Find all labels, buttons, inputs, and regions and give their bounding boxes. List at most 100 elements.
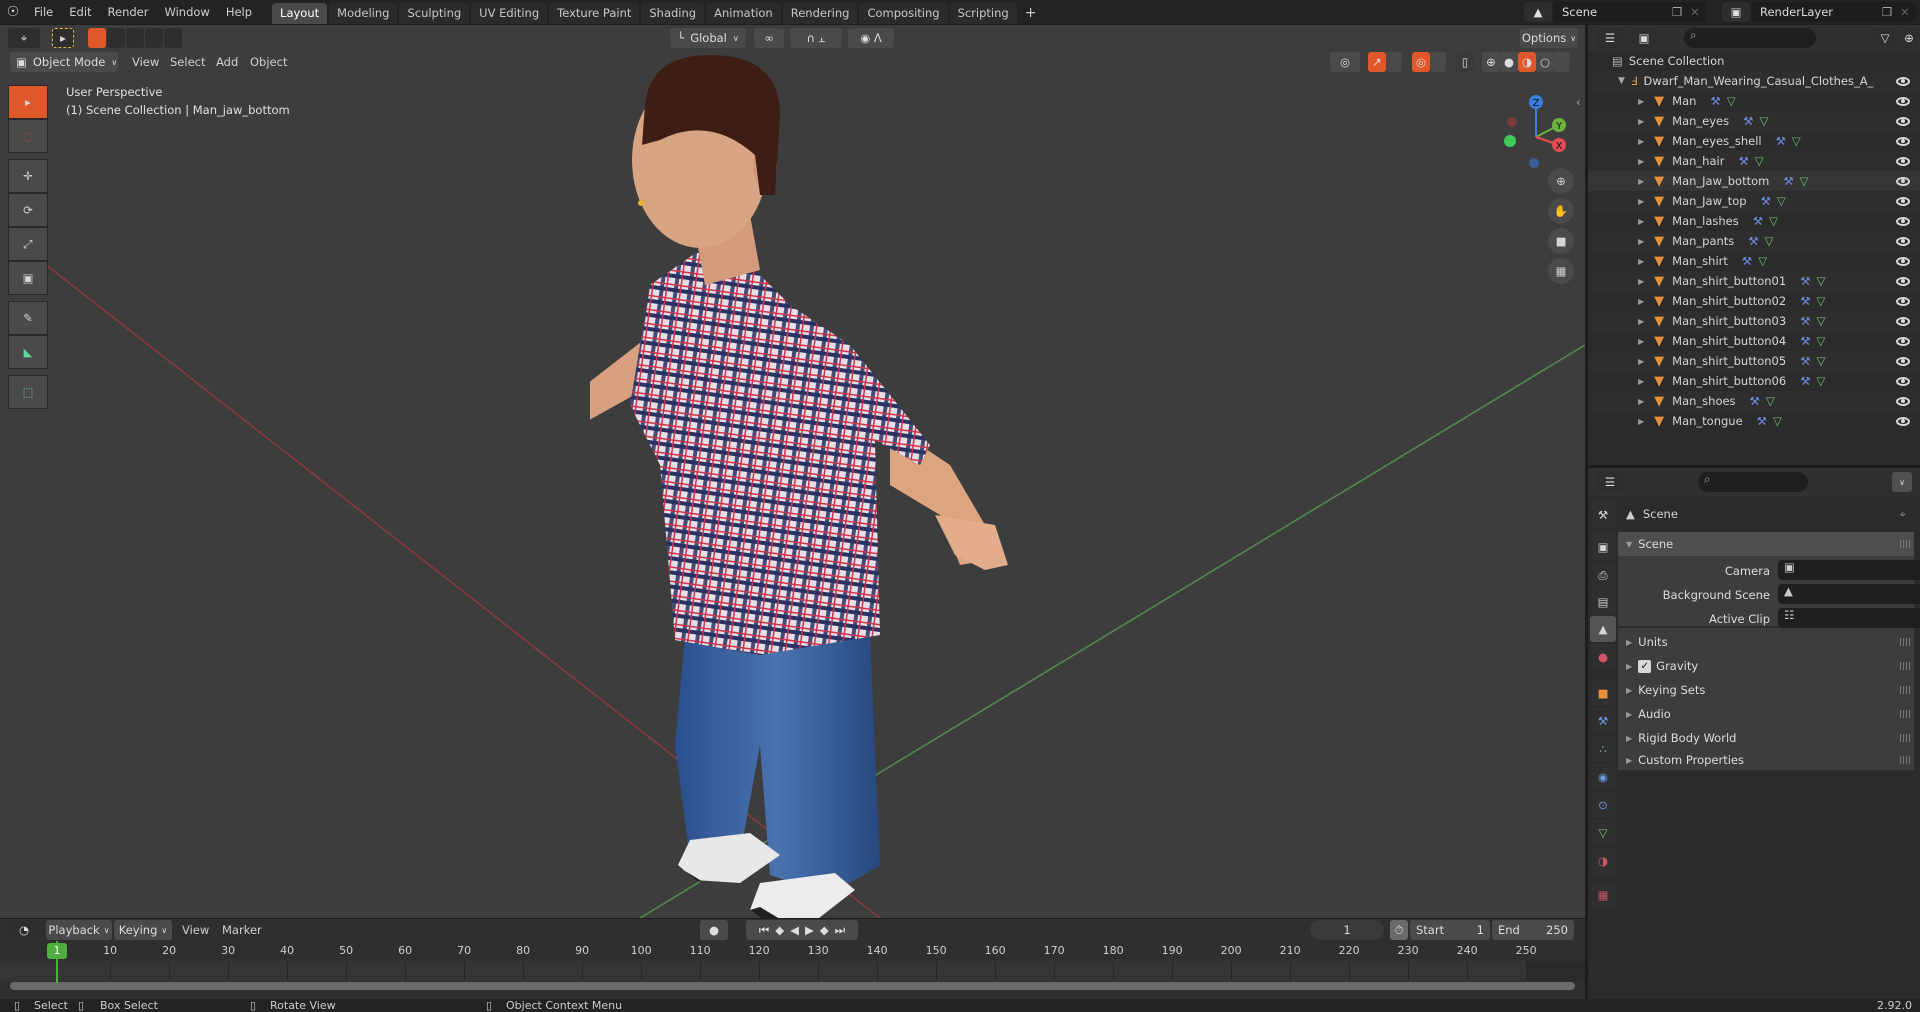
mesh-data-icon[interactable]: ▽ — [1817, 354, 1826, 368]
tab-animation[interactable]: Animation — [706, 3, 781, 24]
mesh-data-icon[interactable]: ▽ — [1769, 214, 1778, 228]
visibility-eye-icon[interactable] — [1896, 156, 1910, 166]
pin-icon[interactable]: ⌖ — [1900, 507, 1906, 522]
outliner-item[interactable]: ▶ ▼ Man_shirt ⚒ ▽ — [1588, 251, 1920, 271]
mesh-data-icon[interactable]: ▽ — [1755, 154, 1764, 168]
outliner-item[interactable]: ▶ ▼ Man_Jaw_bottom ⚒ ▽ — [1588, 171, 1920, 191]
auto-keying-toggle[interactable]: ● — [700, 920, 728, 940]
outliner-item[interactable]: ▶ ▼ Man_shirt_button06 ⚒ ▽ — [1588, 371, 1920, 391]
modifier-wrench-icon[interactable]: ⚒ — [1738, 154, 1748, 168]
outliner-item[interactable]: ▶ ▼ Man_shoes ⚒ ▽ — [1588, 391, 1920, 411]
outliner-item[interactable]: ▶ ▼ Man_pants ⚒ ▽ — [1588, 231, 1920, 251]
modifier-wrench-icon[interactable]: ⚒ — [1800, 334, 1810, 348]
menu-render[interactable]: Render — [100, 0, 157, 24]
shading-wireframe[interactable]: ⊕ — [1482, 52, 1500, 72]
playback-dropdown[interactable]: Playback ∨ — [46, 920, 112, 940]
pivot-point-dropdown[interactable]: ∞ — [754, 28, 784, 48]
visibility-eye-icon[interactable] — [1896, 116, 1910, 126]
xray-toggle[interactable]: ▯ — [1456, 52, 1474, 72]
mesh-data-icon[interactable]: ▽ — [1817, 294, 1826, 308]
filter-dropdown[interactable]: ▽ — [1872, 28, 1898, 48]
drag-handle-icon[interactable] — [1900, 756, 1910, 764]
visibility-eye-icon[interactable] — [1896, 416, 1910, 426]
menu-marker[interactable]: Marker — [216, 923, 268, 937]
expand-icon[interactable]: ▶ — [1638, 177, 1644, 186]
snap-dropdown[interactable]: ∩ ⫠ — [790, 28, 842, 48]
camera-view-button[interactable]: ■ — [1548, 228, 1574, 254]
transform-orientation-dropdown[interactable]: └ Global ∨ — [670, 28, 746, 48]
drag-handle-icon[interactable] — [1900, 686, 1910, 694]
expand-icon[interactable]: ▶ — [1638, 217, 1644, 226]
play-reverse-icon[interactable]: ◀ — [790, 923, 799, 937]
jump-start-icon[interactable]: ⏮ — [759, 923, 769, 938]
tab-texture-paint[interactable]: Texture Paint — [549, 3, 640, 24]
shading-rendered[interactable]: ○ — [1536, 52, 1554, 72]
zoom-button[interactable]: ⊕ — [1548, 168, 1574, 194]
drag-handle-icon[interactable] — [1900, 638, 1910, 646]
tab-material[interactable]: ◑ — [1590, 848, 1616, 874]
mesh-data-icon[interactable]: ▽ — [1765, 234, 1774, 248]
expand-icon[interactable]: ▶ — [1638, 357, 1644, 366]
delete-scene-icon[interactable]: ✕ — [1690, 5, 1706, 19]
perspective-toggle-button[interactable]: ▦ — [1548, 258, 1574, 284]
tab-uv-editing[interactable]: UV Editing — [471, 3, 548, 24]
drag-handle-icon[interactable] — [1900, 710, 1910, 718]
select-mode-extend[interactable] — [107, 28, 125, 48]
prev-keyframe-icon[interactable]: ◆ — [775, 923, 784, 937]
expand-icon[interactable]: ▶ — [1638, 117, 1644, 126]
move-tool[interactable]: ✛ — [8, 159, 48, 193]
outliner-item[interactable]: ▶ ▼ Man_tongue ⚒ ▽ — [1588, 411, 1920, 431]
tab-object[interactable]: ■ — [1590, 680, 1616, 706]
mesh-data-icon[interactable]: ▽ — [1777, 194, 1786, 208]
tab-scene[interactable]: ▲ — [1590, 616, 1616, 642]
timeline-editor-type[interactable]: ◔ — [8, 920, 40, 940]
modifier-wrench-icon[interactable]: ⚒ — [1757, 414, 1767, 428]
properties-options-dropdown[interactable]: ∨ — [1892, 472, 1912, 492]
tab-modifiers[interactable]: ⚒ — [1590, 708, 1616, 734]
tweak-tool-button[interactable]: ▸ — [52, 28, 74, 48]
visibility-eye-icon[interactable] — [1896, 136, 1910, 146]
modifier-wrench-icon[interactable]: ⚒ — [1800, 294, 1810, 308]
show-overlays-toggle[interactable]: ◎ — [1412, 52, 1430, 72]
frame-ruler[interactable]: 10 20 30 40 50 60 70 80 90 100 110 120 130 140 150 160 1… — [0, 941, 1585, 961]
tab-view-layer[interactable]: ▤ — [1590, 589, 1616, 615]
visibility-eye-icon[interactable] — [1896, 296, 1910, 306]
scene-name-field[interactable]: Scene ❐ ✕ — [1554, 2, 1706, 22]
tab-output[interactable]: ⎙ — [1590, 562, 1616, 588]
modifier-wrench-icon[interactable]: ⚒ — [1800, 354, 1810, 368]
preview-range-toggle[interactable]: ⏱ — [1390, 920, 1408, 940]
menu-object[interactable]: Object — [244, 55, 293, 69]
transform-tool[interactable]: ▣ — [8, 261, 48, 295]
proportional-editing[interactable]: ◉ Λ — [848, 28, 894, 48]
modifier-wrench-icon[interactable]: ⚒ — [1750, 394, 1760, 408]
outliner-item[interactable]: ▶ ▼ Man_shirt_button02 ⚒ ▽ — [1588, 291, 1920, 311]
outliner-item[interactable]: ▶ ▼ Man_hair ⚒ ▽ — [1588, 151, 1920, 171]
select-box-tool[interactable]: ▸ — [8, 85, 48, 119]
expand-icon[interactable]: ▶ — [1638, 157, 1644, 166]
mesh-data-icon[interactable]: ▽ — [1800, 174, 1809, 188]
playhead-frame-label[interactable]: 1 — [47, 943, 67, 959]
audio-panel[interactable]: ▶ Audio — [1618, 702, 1914, 726]
expand-icon[interactable]: ▶ — [1638, 97, 1644, 106]
expand-icon[interactable]: ▶ — [1638, 197, 1644, 206]
select-mode-subtract[interactable] — [126, 28, 144, 48]
menu-add[interactable]: Add — [210, 55, 244, 69]
shading-material-preview[interactable]: ◑ — [1518, 52, 1536, 72]
timeline-scrollbar[interactable] — [10, 982, 1575, 990]
drag-handle-icon[interactable] — [1900, 540, 1910, 548]
menu-select[interactable]: Select — [164, 55, 211, 69]
modifier-wrench-icon[interactable]: ⚒ — [1743, 114, 1753, 128]
mesh-data-icon[interactable]: ▽ — [1758, 254, 1767, 268]
select-mode-invert[interactable] — [145, 28, 163, 48]
expand-icon[interactable]: ▶ — [1638, 377, 1644, 386]
pan-button[interactable]: ✋ — [1548, 198, 1574, 224]
modifier-wrench-icon[interactable]: ⚒ — [1748, 234, 1758, 248]
outliner-item[interactable]: ▶ ▼ Man ⚒ ▽ — [1588, 91, 1920, 111]
keying-sets-panel[interactable]: ▶ Keying Sets — [1618, 678, 1914, 702]
tab-sculpting[interactable]: Sculpting — [399, 3, 470, 24]
outliner-collection[interactable]: ▼ Ⅎ Dwarf_Man_Wearing_Casual_Clothes_A_p… — [1588, 71, 1920, 91]
modifier-wrench-icon[interactable]: ⚒ — [1776, 134, 1786, 148]
tab-constraints[interactable]: ⊙ — [1590, 792, 1616, 818]
scene-selector-button[interactable]: ▲ — [1524, 2, 1552, 22]
modifier-wrench-icon[interactable]: ⚒ — [1800, 274, 1810, 288]
